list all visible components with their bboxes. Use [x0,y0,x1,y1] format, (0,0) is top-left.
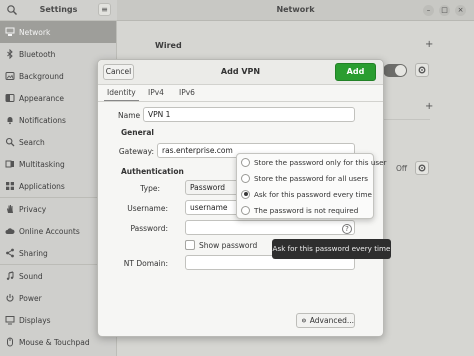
gear-icon [418,164,426,172]
appearance-icon [5,93,15,103]
sidebar-item-label: Multitasking [19,159,65,169]
advanced-button[interactable]: Advanced... [296,313,355,328]
password-storage-icon[interactable]: ? [342,224,352,234]
advanced-label: Advanced... [309,316,354,325]
add-wired-icon[interactable]: + [425,39,433,50]
password-storage-popover: Store the password only for this user St… [236,153,387,219]
sidebar-item-label: Sharing [19,248,48,258]
background-icon [5,71,15,81]
sidebar-item-label: Notifications [19,115,66,125]
settings-header: Settings ≡ [0,0,117,21]
type-select[interactable]: Password [185,180,241,195]
not-required-option[interactable]: The password is not required [241,203,358,217]
network-header: Network – □ × [117,0,474,21]
tooltip: Ask for this password every time [272,239,391,259]
gateway-label: Gateway: [118,147,154,156]
sidebar-item-label: Search [19,137,45,147]
store-all-users-option[interactable]: Store the password for all users [241,171,368,185]
show-password-label: Show password [199,240,258,250]
sidebar-item-network[interactable]: Network [0,21,116,43]
username-field[interactable]: username [185,200,241,215]
gear-icon [302,318,306,323]
dialog-tabs: Identity IPv4 IPv6 [98,84,383,102]
radio-button[interactable] [241,173,250,183]
name-label: Name [118,111,141,120]
cloud-icon [5,226,15,236]
proxy-status-label: Off [396,164,408,173]
radio-button[interactable] [241,157,250,167]
power-icon [5,293,15,303]
wired-toggle[interactable] [383,64,407,77]
add-button[interactable]: Add [335,63,376,81]
sidebar-item-label: Power [19,293,42,303]
close-icon[interactable]: × [455,5,466,16]
wired-settings-button[interactable] [415,63,429,77]
gear-icon [418,66,426,74]
password-field[interactable] [185,220,355,235]
hand-icon [5,204,15,214]
share-icon [5,248,15,258]
sidebar-item-label: Privacy [19,204,47,214]
display-icon [5,315,15,325]
search-icon [5,137,15,147]
option-label: The password is not required [254,205,359,215]
option-label: Ask for this password every time [254,189,372,199]
sidebar-item-label: Sound [19,271,43,281]
maximize-icon[interactable]: □ [439,5,450,16]
sidebar-item-label: Applications [19,181,65,191]
option-label: Store the password for all users [254,173,369,183]
name-field[interactable]: VPN 1 [143,107,355,122]
nt-domain-label: NT Domain: [123,259,168,268]
bell-icon [5,115,15,125]
minimize-icon[interactable]: – [423,5,434,16]
authentication-section-title: Authentication [121,167,184,176]
add-vpn-icon[interactable]: + [425,101,433,112]
mouse-icon [5,337,15,347]
hamburger-icon: ≡ [101,5,108,14]
sidebar-item-label: Online Accounts [19,226,80,236]
dialog-header: Cancel Add VPN Add [98,60,383,85]
sidebar-item-label: Network [19,27,51,37]
store-user-option[interactable]: Store the password only for this user [241,155,387,169]
wired-section-title: Wired [155,41,182,50]
option-label: Store the password only for this user [254,157,387,167]
show-password-row[interactable]: Show password [185,240,257,250]
sidebar-item-label: Appearance [19,93,65,103]
sidebar-item-label: Background [19,71,64,81]
hamburger-menu-button[interactable]: ≡ [98,3,111,16]
radio-button[interactable] [241,205,250,215]
show-password-checkbox[interactable] [185,240,195,250]
network-icon [5,27,15,37]
sidebar-item-label: Bluetooth [19,49,56,59]
password-label: Password: [130,224,168,233]
username-label: Username: [127,204,168,213]
applications-icon [5,181,15,191]
network-title: Network [276,5,315,14]
tab-ipv4[interactable]: IPv4 [148,88,164,97]
sidebar-item-label: Mouse & Touchpad [19,337,90,347]
tab-ipv6[interactable]: IPv6 [179,88,195,97]
general-section-title: General [121,128,154,137]
multitasking-icon [5,159,15,169]
ask-every-time-option[interactable]: Ask for this password every time [241,187,372,201]
sidebar-item-label: Displays [19,315,51,325]
proxy-settings-button[interactable] [415,161,429,175]
bluetooth-icon [5,49,15,59]
radio-button-checked[interactable] [241,189,250,199]
tab-identity[interactable]: Identity [104,88,139,101]
type-label: Type: [140,184,160,193]
music-icon [5,271,15,281]
